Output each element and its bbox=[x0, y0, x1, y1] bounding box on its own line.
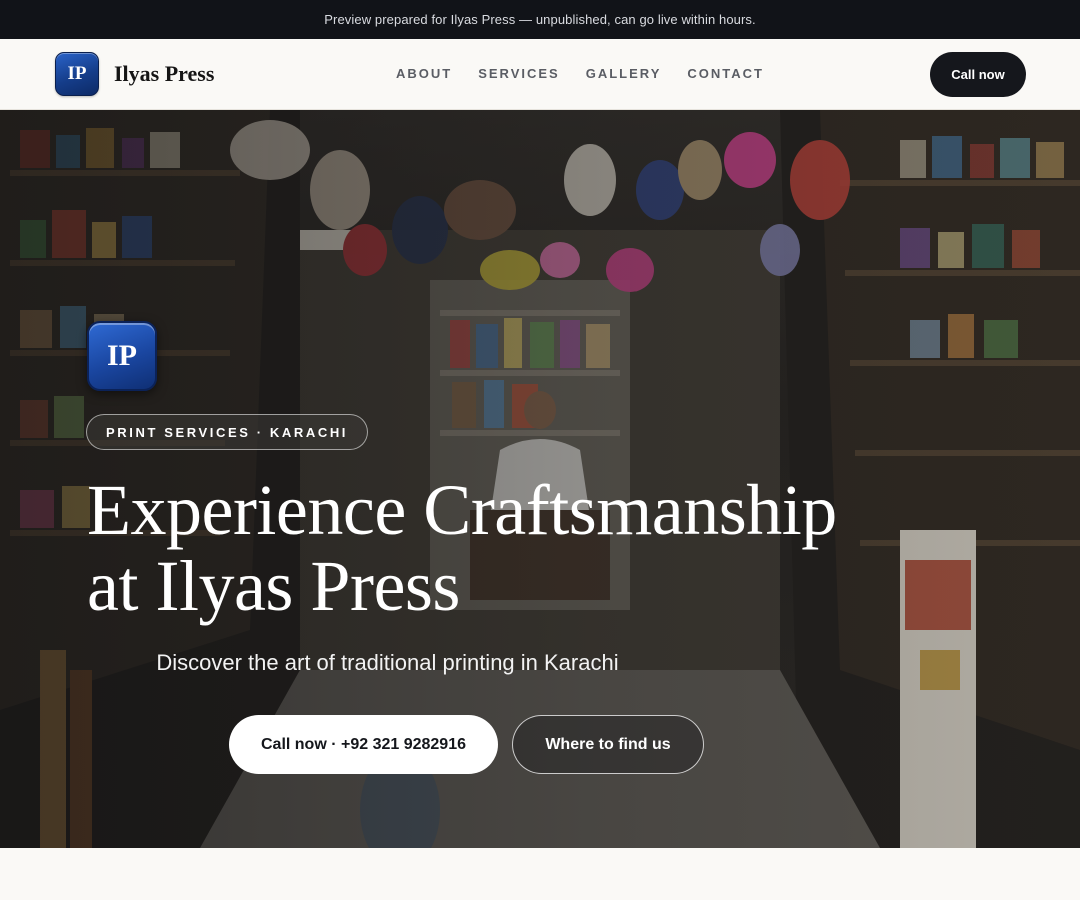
hero-subtitle: Discover the art of traditional printing… bbox=[156, 650, 619, 675]
hero-title-line-1: Experience Craftsmanship bbox=[87, 470, 837, 550]
hero-category-label: PRINT SERVICES · KARACHI bbox=[106, 424, 349, 440]
hero-section: IP PRINT SERVICES · KARACHI Experience C… bbox=[0, 110, 1080, 848]
site-header: IP Ilyas Press ABOUT SERVICES GALLERY CO… bbox=[0, 39, 1080, 110]
nav-link-contact[interactable]: CONTACT bbox=[687, 66, 764, 81]
hero-title: Experience Craftsmanship at Ilyas Press bbox=[87, 472, 987, 624]
header-call-button[interactable]: Call now bbox=[930, 52, 1026, 97]
nav-link-about[interactable]: ABOUT bbox=[396, 66, 452, 81]
next-section bbox=[0, 848, 1080, 900]
preview-banner: Preview prepared for Ilyas Press — unpub… bbox=[0, 0, 1080, 39]
hero-logo-icon: IP bbox=[87, 321, 157, 391]
hero-call-button[interactable]: Call now · +92 321 9282916 bbox=[229, 715, 498, 774]
hero-directions-button[interactable]: Where to find us bbox=[512, 715, 704, 774]
main-nav: ABOUT SERVICES GALLERY CONTACT bbox=[396, 66, 764, 81]
nav-link-gallery[interactable]: GALLERY bbox=[586, 66, 662, 81]
hero-logo-text: IP bbox=[107, 339, 137, 372]
hero-title-line-2: at Ilyas Press bbox=[87, 546, 460, 626]
preview-banner-text: Preview prepared for Ilyas Press — unpub… bbox=[324, 12, 756, 27]
brand[interactable]: IP Ilyas Press bbox=[55, 52, 214, 96]
brand-name: Ilyas Press bbox=[114, 61, 215, 86]
hero-category-badge: PRINT SERVICES · KARACHI bbox=[86, 414, 369, 450]
brand-logo-icon: IP bbox=[55, 52, 99, 96]
brand-logo-text: IP bbox=[67, 63, 87, 84]
nav-link-services[interactable]: SERVICES bbox=[478, 66, 560, 81]
